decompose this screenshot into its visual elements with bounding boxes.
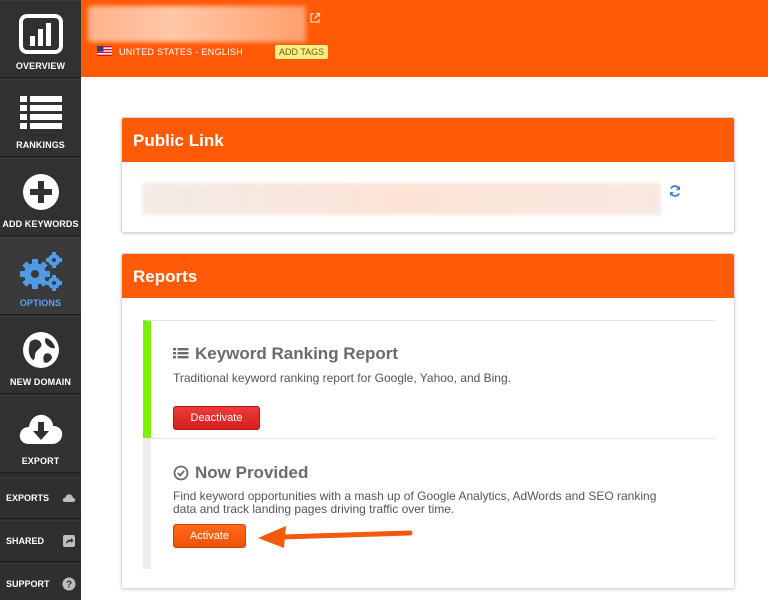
- gears-icon: [0, 250, 81, 292]
- report-title-text: Keyword Ranking Report: [195, 344, 399, 363]
- nav-support[interactable]: SUPPORT ?: [0, 563, 81, 600]
- nav-shared[interactable]: SHARED: [0, 520, 81, 562]
- nav-new-domain[interactable]: NEW DOMAIN: [0, 316, 81, 394]
- share-icon: [63, 535, 75, 547]
- list-icon: [173, 348, 189, 359]
- cloud-icon: [62, 494, 76, 502]
- header: UNITED STATES - ENGLISH ADD TAGS: [81, 0, 768, 77]
- report-description: Traditional keyword ranking report for G…: [173, 371, 511, 385]
- nav-label: EXPORT: [21, 456, 60, 466]
- list-icon: [0, 92, 81, 134]
- annotation-arrow-icon: [258, 526, 413, 548]
- nav-label: OVERVIEW: [15, 61, 66, 71]
- report-now-provided: Now Provided Find keyword opportunities …: [143, 438, 715, 569]
- reports-panel: Reports Keyword Ranking Report Tradition…: [121, 253, 735, 589]
- nav-exports[interactable]: EXPORTS: [0, 477, 81, 519]
- us-flag-icon: [97, 46, 112, 56]
- app-window: OVERVIEW RANKINGS ADD KEYWORDS OPTIONS N…: [0, 0, 768, 600]
- help-icon: ?: [62, 577, 76, 591]
- locale-label: UNITED STATES - ENGLISH: [119, 47, 244, 57]
- nav-options[interactable]: OPTIONS: [0, 237, 81, 315]
- panel-title: Public Link: [122, 118, 734, 162]
- report-title: Keyword Ranking Report: [173, 344, 398, 364]
- panel-title: Reports: [122, 254, 734, 298]
- nav-label: ADD KEYWORDS: [2, 219, 79, 229]
- nav-rankings[interactable]: RANKINGS: [0, 79, 81, 157]
- cloud-download-icon: [0, 408, 81, 450]
- domain-title-redacted: [88, 6, 306, 42]
- nav-export[interactable]: EXPORT: [0, 395, 81, 473]
- globe-icon: [0, 329, 81, 371]
- report-keyword-ranking: Keyword Ranking Report Traditional keywo…: [143, 320, 715, 438]
- deactivate-button[interactable]: Deactivate: [173, 406, 260, 430]
- report-title-text: Now Provided: [195, 463, 309, 482]
- bar-chart-icon: [0, 13, 81, 55]
- nav-label: RANKINGS: [16, 140, 65, 150]
- svg-text:?: ?: [66, 580, 72, 591]
- plus-circle-icon: [0, 171, 81, 213]
- nav-label: OPTIONS: [19, 298, 62, 308]
- nav-add-keywords[interactable]: ADD KEYWORDS: [0, 158, 81, 236]
- public-link-field-redacted[interactable]: [142, 183, 661, 215]
- report-title: Now Provided: [173, 463, 308, 483]
- add-tags-button[interactable]: ADD TAGS: [275, 45, 329, 59]
- report-description: Find keyword opportunities with a mash u…: [173, 489, 657, 516]
- sidebar: OVERVIEW RANKINGS ADD KEYWORDS OPTIONS N…: [0, 0, 81, 600]
- external-link-icon[interactable]: [309, 12, 321, 24]
- public-link-panel: Public Link: [121, 117, 735, 233]
- activate-button[interactable]: Activate: [173, 524, 246, 548]
- nav-label: EXPORTS: [6, 493, 50, 503]
- check-circle-icon: [173, 465, 189, 481]
- nav-label: SUPPORT: [6, 579, 50, 589]
- nav-overview[interactable]: OVERVIEW: [0, 0, 81, 78]
- nav-label: NEW DOMAIN: [10, 377, 71, 387]
- nav-label: SHARED: [6, 536, 45, 546]
- refresh-icon[interactable]: [668, 184, 682, 198]
